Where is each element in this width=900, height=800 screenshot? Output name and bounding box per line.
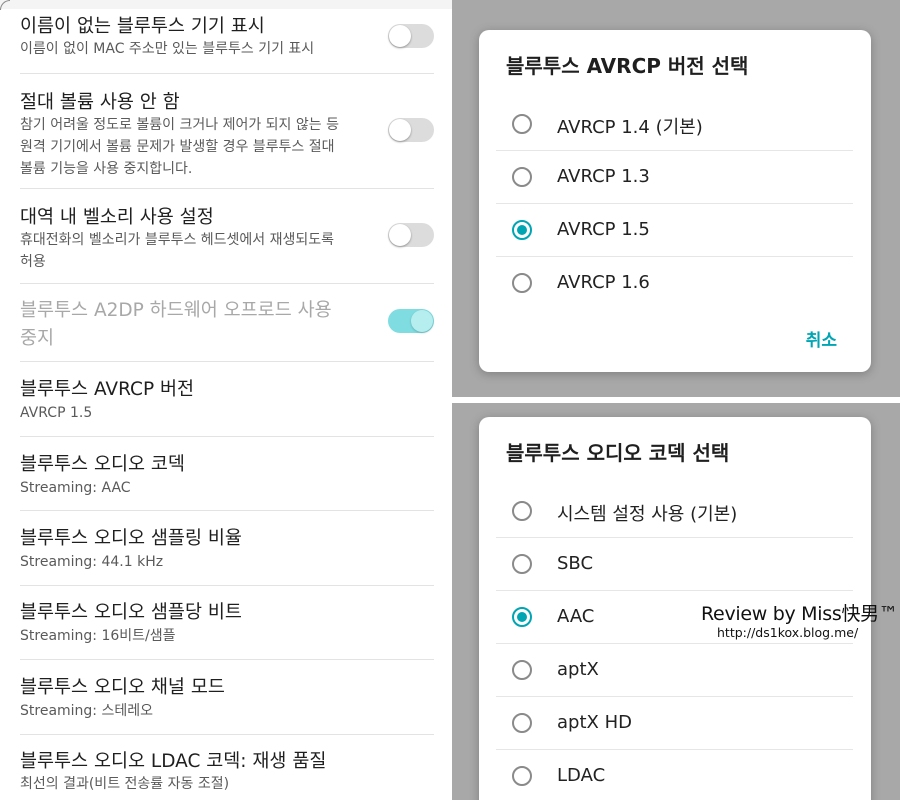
setting-bluetooth-audio-channel-mode[interactable]: 블루투스 오디오 채널 모드 Streaming: 스테레오 bbox=[20, 660, 434, 735]
radio-unchecked-icon[interactable] bbox=[512, 713, 532, 733]
radio-option-avrcp-1-4[interactable]: AVRCP 1.4 (기본) bbox=[496, 98, 853, 151]
toggle-knob bbox=[389, 119, 411, 141]
radio-checked-icon[interactable] bbox=[512, 220, 532, 240]
radio-unchecked-icon[interactable] bbox=[512, 554, 532, 574]
setting-subtitle: Streaming: 44.1 kHz bbox=[20, 554, 164, 570]
toggle-switch-off[interactable] bbox=[388, 223, 434, 247]
dimmed-background[interactable]: 블루투스 오디오 코덱 선택 시스템 설정 사용 (기본) SBC AAC ap… bbox=[452, 403, 900, 800]
watermark-title: Review by Miss快男™ bbox=[701, 603, 898, 625]
setting-disable-absolute-volume[interactable]: 절대 볼륨 사용 안 함 참기 어려울 정도로 볼륨이 크거나 제어가 되지 않… bbox=[20, 74, 434, 189]
setting-bluetooth-audio-sample-rate[interactable]: 블루투스 오디오 샘플링 비율 Streaming: 44.1 kHz bbox=[20, 511, 434, 586]
developer-options-list: 이름이 없는 블루투스 기기 표시 이름이 없이 MAC 주소만 있는 블루투스… bbox=[0, 0, 452, 800]
radio-option-aptx[interactable]: aptX bbox=[496, 644, 853, 697]
dialog-title: 블루투스 AVRCP 버전 선택 bbox=[506, 54, 749, 78]
setting-subtitle-line: 허용 bbox=[20, 254, 46, 270]
radio-option-avrcp-1-5[interactable]: AVRCP 1.5 bbox=[496, 204, 853, 257]
radio-option-sbc[interactable]: SBC bbox=[496, 538, 853, 591]
radio-option-ldac[interactable]: LDAC bbox=[496, 750, 853, 800]
setting-subtitle: Streaming: AAC bbox=[20, 480, 131, 496]
setting-bluetooth-ldac-playback-quality[interactable]: 블루투스 오디오 LDAC 코덱: 재생 품질 최선의 결과(비트 전송률 자동… bbox=[20, 735, 434, 800]
setting-title: 블루투스 오디오 샘플당 비트 bbox=[20, 602, 242, 623]
setting-title: 이름이 없는 블루투스 기기 표시 bbox=[20, 16, 265, 37]
setting-subtitle: Streaming: 스테레오 bbox=[20, 703, 153, 719]
setting-subtitle-line: 원격 기기에서 볼륨 문제가 발생할 경우 블루투스 절대 bbox=[20, 139, 335, 155]
dialog-title: 블루투스 오디오 코덱 선택 bbox=[506, 441, 730, 465]
option-label: aptX bbox=[557, 659, 599, 680]
setting-title: 대역 내 벨소리 사용 설정 bbox=[20, 207, 214, 228]
toggle-switch-on[interactable] bbox=[388, 309, 434, 333]
setting-bluetooth-audio-bits-per-sample[interactable]: 블루투스 오디오 샘플당 비트 Streaming: 16비트/샘플 bbox=[20, 586, 434, 660]
radio-unchecked-icon[interactable] bbox=[512, 501, 532, 521]
setting-disable-a2dp-hardware-offload[interactable]: 블루투스 A2DP 하드웨어 오프로드 사용 중지 bbox=[20, 284, 434, 362]
toggle-knob bbox=[389, 224, 411, 246]
toggle-switch-off[interactable] bbox=[388, 118, 434, 142]
option-label: AVRCP 1.3 bbox=[557, 166, 650, 187]
avrcp-version-dialog: 블루투스 AVRCP 버전 선택 AVRCP 1.4 (기본) AVRCP 1.… bbox=[479, 30, 871, 372]
setting-title: 블루투스 오디오 채널 모드 bbox=[20, 677, 225, 698]
setting-title: 블루투스 오디오 LDAC 코덱: 재생 품질 bbox=[20, 751, 327, 772]
watermark-url: http://ds1kox.blog.me/ bbox=[717, 625, 859, 640]
radio-unchecked-icon[interactable] bbox=[512, 273, 532, 293]
radio-option-avrcp-1-6[interactable]: AVRCP 1.6 bbox=[496, 257, 853, 310]
option-label: AVRCP 1.5 bbox=[557, 219, 650, 240]
option-label: AVRCP 1.6 bbox=[557, 272, 650, 293]
setting-title-line: 블루투스 A2DP 하드웨어 오프로드 사용 bbox=[20, 300, 332, 321]
review-watermark: Review by Miss快男™ http://ds1kox.blog.me/ bbox=[701, 599, 898, 649]
option-label: AAC bbox=[557, 606, 595, 627]
option-label: LDAC bbox=[557, 765, 606, 786]
setting-title: 블루투스 AVRCP 버전 bbox=[20, 379, 195, 400]
setting-subtitle: 이름이 없이 MAC 주소만 있는 블루투스 기기 표시 bbox=[20, 41, 315, 57]
radio-option-system-default[interactable]: 시스템 설정 사용 (기본) bbox=[496, 485, 853, 538]
option-label: AVRCP 1.4 (기본) bbox=[557, 117, 703, 138]
radio-checked-icon[interactable] bbox=[512, 607, 532, 627]
radio-unchecked-icon[interactable] bbox=[512, 660, 532, 680]
setting-subtitle-line: 참기 어려울 정도로 볼륨이 크거나 제어가 되지 않는 등 bbox=[20, 117, 339, 133]
radio-unchecked-icon[interactable] bbox=[512, 167, 532, 187]
radio-unchecked-icon[interactable] bbox=[512, 766, 532, 786]
option-label: aptX HD bbox=[557, 712, 632, 733]
setting-title: 블루투스 오디오 코덱 bbox=[20, 454, 185, 475]
setting-subtitle: Streaming: 16비트/샘플 bbox=[20, 628, 176, 644]
setting-bluetooth-audio-codec[interactable]: 블루투스 오디오 코덱 Streaming: AAC bbox=[20, 437, 434, 511]
cancel-button[interactable]: 취소 bbox=[806, 326, 837, 351]
setting-subtitle-line: 휴대전화의 벨소리가 블루투스 헤드셋에서 재생되도록 bbox=[20, 232, 335, 248]
setting-inband-ringtone[interactable]: 대역 내 벨소리 사용 설정 휴대전화의 벨소리가 블루투스 헤드셋에서 재생되… bbox=[20, 189, 434, 284]
setting-subtitle: AVRCP 1.5 bbox=[20, 405, 93, 421]
radio-option-avrcp-1-3[interactable]: AVRCP 1.3 bbox=[496, 151, 853, 204]
toggle-switch-off[interactable] bbox=[388, 24, 434, 48]
option-label: SBC bbox=[557, 553, 594, 574]
option-label: 시스템 설정 사용 (기본) bbox=[557, 504, 738, 525]
dimmed-background[interactable]: 블루투스 AVRCP 버전 선택 AVRCP 1.4 (기본) AVRCP 1.… bbox=[452, 0, 900, 397]
toggle-knob bbox=[411, 310, 433, 332]
setting-bluetooth-avrcp-version[interactable]: 블루투스 AVRCP 버전 AVRCP 1.5 bbox=[20, 362, 434, 437]
setting-subtitle-line: 볼륨 기능을 사용 중지합니다. bbox=[20, 161, 193, 177]
toggle-knob bbox=[389, 25, 411, 47]
setting-subtitle: 최선의 결과(비트 전송률 자동 조절) bbox=[20, 776, 230, 792]
radio-unchecked-icon[interactable] bbox=[512, 114, 532, 134]
setting-show-unnamed-bluetooth-devices[interactable]: 이름이 없는 블루투스 기기 표시 이름이 없이 MAC 주소만 있는 블루투스… bbox=[20, 0, 434, 74]
setting-title-line: 중지 bbox=[20, 328, 55, 349]
radio-option-aptx-hd[interactable]: aptX HD bbox=[496, 697, 853, 750]
audio-codec-dialog: 블루투스 오디오 코덱 선택 시스템 설정 사용 (기본) SBC AAC ap… bbox=[479, 417, 898, 800]
setting-title: 절대 볼륨 사용 안 함 bbox=[20, 92, 180, 113]
setting-title: 블루투스 오디오 샘플링 비율 bbox=[20, 528, 242, 549]
